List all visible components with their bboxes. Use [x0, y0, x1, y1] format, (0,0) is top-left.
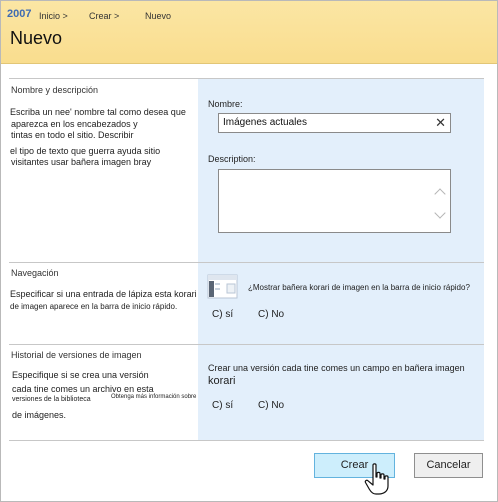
- version-radio-yes[interactable]: C) sí: [212, 400, 233, 411]
- clear-icon[interactable]: ✕: [435, 115, 446, 131]
- learn-more-link[interactable]: Obtenga más información sobre: [111, 394, 196, 400]
- cancel-button[interactable]: Cancelar: [414, 453, 483, 478]
- name-section-desc-1: Escriba un nee' nombre tal como desea qu…: [10, 107, 186, 117]
- nav-section-desc-1: Especificar si una entrada de lápiza est…: [10, 289, 197, 299]
- divider: [9, 344, 484, 345]
- page-title: Nuevo: [10, 28, 63, 48]
- header: 2007 Inicio > Crear > Nuevo Nuevo: [1, 1, 497, 64]
- breadcrumb-nuevo: Nuevo: [145, 11, 172, 21]
- hand-cursor-icon: [364, 463, 389, 495]
- year-label: 2007: [7, 8, 32, 20]
- nav-section-title: Navegación: [11, 268, 59, 278]
- breadcrumb-inicio[interactable]: Inicio >: [39, 11, 68, 21]
- version-section-desc-3: de imágenes.: [12, 410, 67, 420]
- name-section-desc-3: tintas en todo el sitio. Describir: [11, 130, 134, 140]
- description-textarea[interactable]: [218, 169, 451, 233]
- breadcrumb-crear[interactable]: Crear >: [89, 11, 119, 21]
- divider: [9, 440, 484, 441]
- name-label: Nombre:: [208, 99, 243, 109]
- scroll-down-icon[interactable]: [434, 207, 446, 219]
- version-question-1: Crear una versión cada tine comes un cam…: [208, 363, 465, 373]
- nav-question: ¿Mostrar bañera korari de imagen en la b…: [248, 283, 470, 292]
- divider: [9, 78, 484, 79]
- version-section-title: Historial de versiones de imagen: [11, 350, 142, 360]
- quick-launch-icon: [207, 274, 238, 299]
- nav-section-desc-2: de imagen aparece en la barra de inicio …: [10, 302, 178, 311]
- version-radio-no[interactable]: C) No: [258, 400, 284, 411]
- description-label: Description:: [208, 154, 256, 164]
- name-input[interactable]: Imágenes actuales ✕: [218, 113, 451, 133]
- name-input-value: Imágenes actuales: [223, 117, 307, 128]
- divider: [9, 262, 484, 263]
- scroll-up-icon[interactable]: [434, 188, 446, 200]
- name-section-desc-5: visitantes usar bañera imagen bray: [11, 157, 152, 167]
- version-section-desc-small-1: versiones de la biblioteca: [12, 396, 91, 403]
- version-question-2: korari: [208, 375, 236, 387]
- name-section-title: Nombre y descripción: [11, 85, 99, 95]
- version-section-desc-1: Especifique si se crea una versión: [12, 370, 149, 380]
- nav-radio-yes[interactable]: C) sí: [212, 309, 233, 320]
- nav-radio-no[interactable]: C) No: [258, 309, 284, 320]
